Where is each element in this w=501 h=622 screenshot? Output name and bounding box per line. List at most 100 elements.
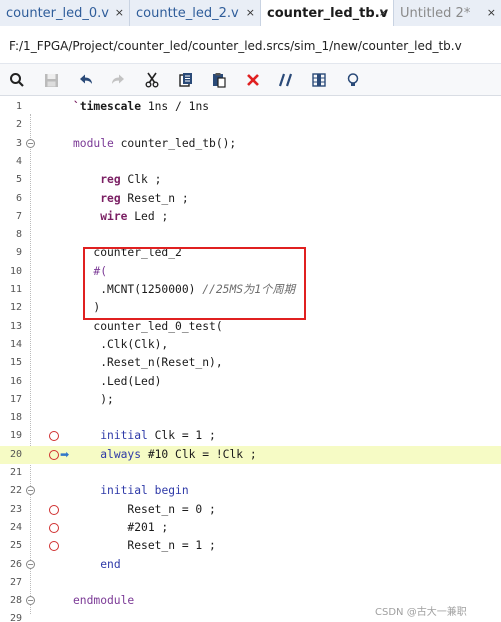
- line-number: 6: [15, 192, 22, 204]
- annotation-highlight-box: [83, 247, 306, 320]
- tab-counter-led-tb[interactable]: counter_led_tb.v ×: [261, 0, 394, 27]
- cut-icon[interactable]: [141, 69, 163, 91]
- line-number: 23: [9, 503, 22, 515]
- line-number: 24: [9, 521, 22, 533]
- line-number: 27: [9, 576, 22, 588]
- code-line: 4: [0, 153, 501, 171]
- editor-tab-bar: counter_led_0.v × countte_led_2.v × coun…: [0, 0, 501, 27]
- code-line: 23 Reset_n = 0 ;: [0, 501, 501, 519]
- line-number: 3: [15, 137, 22, 149]
- code-text: initial begin: [100, 484, 189, 498]
- code-line: 18: [0, 409, 501, 427]
- code-text: endmodule: [73, 594, 135, 608]
- code-line: 22− initial begin: [0, 482, 501, 500]
- line-number: 15: [9, 357, 22, 369]
- tab-counter-led-0[interactable]: counter_led_0.v ×: [0, 0, 130, 26]
- line-number: 17: [9, 393, 22, 405]
- delete-icon[interactable]: [242, 69, 264, 91]
- line-number: 11: [9, 284, 22, 295]
- code-line: 21: [0, 464, 501, 482]
- close-icon[interactable]: ×: [246, 6, 255, 19]
- tab-label: counter_led_tb.v: [267, 5, 389, 21]
- code-line: 27: [0, 574, 501, 592]
- breakpoint-icon[interactable]: [49, 504, 59, 515]
- code-line: 16 .Led(Led): [0, 373, 501, 391]
- tab-label: counter_led_0.v: [6, 5, 109, 21]
- code-line: 15 .Reset_n(Reset_n),: [0, 354, 501, 372]
- line-number: 19: [9, 430, 22, 442]
- line-number: 26: [9, 558, 22, 570]
- line-number: 21: [9, 467, 22, 478]
- line-number: 28: [9, 595, 22, 607]
- search-icon[interactable]: [6, 69, 28, 91]
- code-text: Reset_n = 0 ;: [73, 502, 216, 516]
- code-line: 6 reg Reset_n ;: [0, 190, 501, 208]
- line-number: 4: [15, 155, 22, 167]
- line-number: 12: [9, 302, 22, 314]
- line-number: 10: [9, 265, 22, 277]
- line-number: 1: [15, 101, 22, 112]
- code-line: 2: [0, 116, 501, 134]
- close-icon[interactable]: ×: [115, 6, 124, 19]
- code-text: always #10 Clk = !Clk ;: [100, 447, 257, 461]
- line-number: 14: [9, 338, 22, 350]
- fold-toggle-icon[interactable]: −: [26, 596, 35, 606]
- line-number: 13: [9, 320, 22, 332]
- code-text: wire Led ;: [100, 209, 169, 223]
- line-number: 18: [9, 412, 22, 424]
- fold-toggle-icon[interactable]: −: [26, 559, 35, 569]
- fold-toggle-icon[interactable]: −: [26, 486, 35, 496]
- lightbulb-icon[interactable]: [342, 69, 364, 91]
- code-text: .Reset_n(Reset_n),: [73, 356, 223, 370]
- redo-icon[interactable]: [107, 69, 129, 91]
- copy-icon[interactable]: [175, 69, 197, 91]
- execution-arrow-icon: ➡: [60, 447, 70, 461]
- code-text: counter_led_0_test(: [73, 319, 223, 333]
- code-line: 24 #201 ;: [0, 519, 501, 537]
- code-editor[interactable]: 1 `timescale 1ns / 1ns 2 3− module counter…: [0, 96, 501, 622]
- tab-countte-led-2[interactable]: countte_led_2.v ×: [130, 0, 261, 26]
- code-text: end: [100, 557, 121, 571]
- save-icon[interactable]: [40, 69, 62, 91]
- tab-label: countte_led_2.v: [136, 5, 239, 21]
- breakpoint-icon[interactable]: [49, 449, 59, 460]
- code-line: 17 );: [0, 391, 501, 409]
- line-number: 29: [9, 613, 22, 622]
- paste-icon[interactable]: [208, 69, 230, 91]
- breakpoint-icon[interactable]: [49, 431, 59, 442]
- line-number: 8: [15, 229, 22, 241]
- tab-untitled-2[interactable]: Untitled 2* ×: [394, 0, 501, 26]
- line-number: 25: [9, 540, 22, 552]
- code-line: 26− end: [0, 556, 501, 574]
- code-text: );: [73, 392, 114, 406]
- code-text: reg Reset_n ;: [100, 191, 189, 205]
- comment-icon[interactable]: [275, 69, 297, 91]
- code-line: 3− module counter_led_tb();: [0, 135, 501, 153]
- code-line: 25 Reset_n = 1 ;: [0, 537, 501, 555]
- line-number: 20: [9, 448, 22, 460]
- code-text: `timescale 1ns / 1ns: [73, 100, 210, 113]
- line-number: 22: [9, 485, 22, 497]
- code-text: module counter_led_tb();: [73, 136, 237, 150]
- code-line: 5 reg Clk ;: [0, 171, 501, 189]
- csdn-watermark: CSDN @古大一兼职: [375, 607, 467, 618]
- code-line: 1 `timescale 1ns / 1ns: [0, 98, 501, 116]
- code-text: reg Clk ;: [100, 173, 162, 187]
- line-number: 16: [9, 375, 22, 387]
- code-text: Reset_n = 1 ;: [73, 539, 216, 553]
- code-line-current: 20 ➡ always #10 Clk = !Clk ;: [0, 445, 501, 464]
- undo-icon[interactable]: [75, 69, 97, 91]
- column-select-icon[interactable]: [308, 69, 330, 91]
- code-line: 14 .Clk(Clk),: [0, 336, 501, 354]
- code-line: 8: [0, 226, 501, 244]
- close-icon[interactable]: ×: [379, 6, 388, 19]
- line-number: 5: [15, 174, 22, 186]
- code-line: 7 wire Led ;: [0, 208, 501, 226]
- breakpoint-icon[interactable]: [49, 541, 59, 552]
- close-icon[interactable]: ×: [487, 6, 496, 19]
- tab-label: Untitled 2*: [400, 5, 471, 21]
- line-number: 7: [15, 210, 22, 222]
- fold-toggle-icon[interactable]: −: [26, 138, 35, 148]
- breakpoint-icon[interactable]: [49, 522, 59, 533]
- file-path: F:/1_FPGA/Project/counter_led/counter_le…: [9, 39, 462, 53]
